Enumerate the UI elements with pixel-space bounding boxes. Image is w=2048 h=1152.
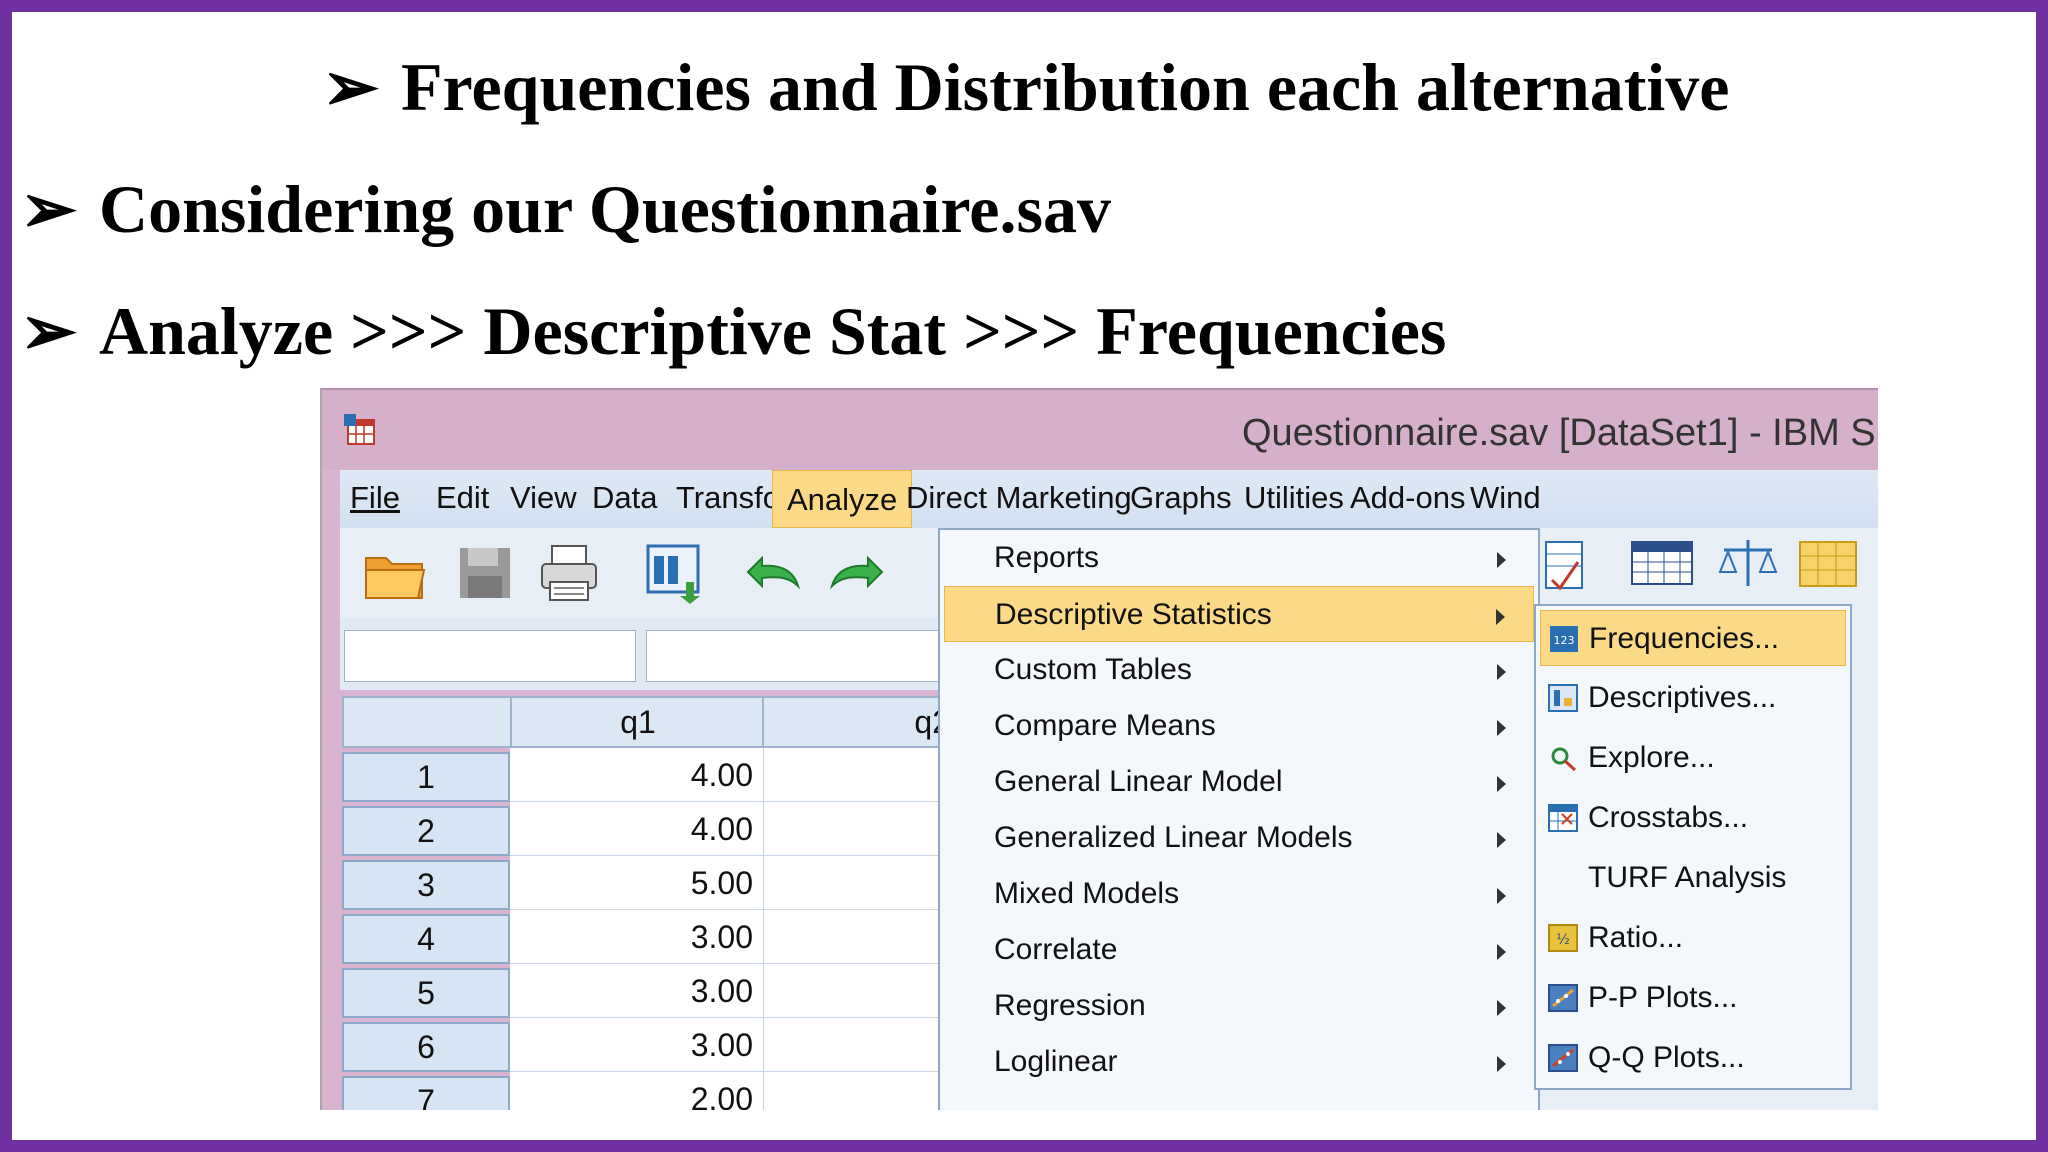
print-icon[interactable] — [536, 542, 602, 604]
menu-add-ons[interactable]: Add-ons — [1350, 480, 1465, 516]
spss-app-icon — [344, 414, 375, 445]
row-header[interactable]: 4 — [342, 914, 510, 964]
weight-cases-icon[interactable] — [1716, 536, 1780, 590]
submenu-item-turf-analysis[interactable]: TURF Analysis — [1540, 850, 1846, 906]
bullet-text: Frequencies and Distribution each altern… — [400, 49, 1730, 125]
grid-cell[interactable]: 2.00 — [510, 1072, 764, 1110]
cell-editor-bar — [340, 618, 968, 690]
menu-direct-marketing[interactable]: Direct Marketing — [906, 480, 1132, 516]
spss-window: Questionnaire.sav [DataSet1] - IBM S Fil… — [320, 388, 1878, 1110]
menu-item-generalized-linear-models[interactable]: Generalized Linear Models — [940, 810, 1538, 866]
grid-cell[interactable]: 5.00 — [510, 856, 764, 910]
row-header[interactable]: 1 — [342, 752, 510, 802]
submenu-arrow-icon — [1497, 552, 1506, 568]
grid-cell[interactable]: 3.00 — [510, 910, 764, 964]
title-bar[interactable]: Questionnaire.sav [DataSet1] - IBM S — [322, 390, 1878, 470]
menu-item-regression[interactable]: Regression — [940, 978, 1538, 1034]
submenu-item-frequencies[interactable]: 123 Frequencies... — [1540, 610, 1846, 666]
submenu-arrow-icon — [1497, 776, 1506, 792]
menu-analyze[interactable]: Analyze — [772, 470, 913, 528]
bullet-title: ➢ Frequencies and Distribution each alter… — [322, 48, 1729, 127]
frequencies-icon: 123 — [1550, 626, 1578, 652]
menu-item-mixed-models[interactable]: Mixed Models — [940, 866, 1538, 922]
menu-utilities[interactable]: Utilities — [1244, 480, 1344, 516]
bullet-text: Considering our Questionnaire.sav — [98, 171, 1111, 247]
menu-data[interactable]: Data — [592, 480, 657, 516]
menu-item-loglinear[interactable]: Loglinear — [940, 1034, 1538, 1090]
grid-cell[interactable]: 4.00 — [510, 748, 764, 802]
grid-cell[interactable]: 3.00 — [510, 1018, 764, 1072]
column-header-q1[interactable]: q1 — [510, 696, 766, 748]
submenu-arrow-icon — [1496, 609, 1505, 625]
descriptive-statistics-submenu: 123 Frequencies... Descriptives... Explo… — [1534, 604, 1852, 1090]
row-header[interactable]: 3 — [342, 860, 510, 910]
menu-item-general-linear-model[interactable]: General Linear Model — [940, 754, 1538, 810]
bullet-arrow-icon: ➢ — [20, 293, 77, 369]
submenu-item-ratio[interactable]: ½ Ratio... — [1540, 910, 1846, 966]
ratio-icon: ½ — [1548, 924, 1578, 952]
submenu-arrow-icon — [1497, 944, 1506, 960]
submenu-arrow-icon — [1497, 1000, 1506, 1016]
row-header[interactable]: 7 — [342, 1076, 510, 1110]
menu-window[interactable]: Wind — [1470, 480, 1541, 516]
bullet-arrow-icon: ➢ — [20, 171, 77, 247]
grid-corner — [342, 696, 512, 748]
window-title: Questionnaire.sav [DataSet1] - IBM S — [1242, 412, 1876, 454]
svg-text:½: ½ — [1556, 932, 1570, 948]
cell-value-box[interactable] — [646, 630, 968, 682]
submenu-arrow-icon — [1497, 720, 1506, 736]
submenu-item-explore[interactable]: Explore... — [1540, 730, 1846, 786]
select-cases-icon[interactable] — [1544, 540, 1584, 592]
value-labels-icon[interactable] — [1798, 540, 1858, 588]
row-header[interactable]: 5 — [342, 968, 510, 1018]
descriptives-icon — [1548, 684, 1578, 712]
crosstabs-icon — [1548, 804, 1578, 832]
analyze-dropdown-menu: Reports Descriptive Statistics Custom Ta… — [938, 528, 1540, 1110]
submenu-arrow-icon — [1497, 888, 1506, 904]
menu-file[interactable]: File — [350, 480, 400, 516]
bullet-questionnaire: ➢ Considering our Questionnaire.sav — [20, 170, 1111, 249]
row-header[interactable]: 2 — [342, 806, 510, 856]
submenu-item-crosstabs[interactable]: Crosstabs... — [1540, 790, 1846, 846]
menu-item-descriptive-statistics[interactable]: Descriptive Statistics — [944, 586, 1534, 642]
menu-bar: File Edit View Data Transform Analyze Di… — [340, 470, 1878, 529]
menu-view[interactable]: View — [510, 480, 577, 516]
explore-icon — [1551, 747, 1577, 772]
row-header[interactable]: 6 — [342, 1022, 510, 1072]
submenu-item-pp-plots[interactable]: P-P Plots... — [1540, 970, 1846, 1026]
submenu-arrow-icon — [1497, 1056, 1506, 1072]
menu-item-reports[interactable]: Reports — [940, 530, 1538, 586]
redo-icon[interactable] — [824, 542, 890, 604]
pp-plots-icon — [1548, 984, 1578, 1012]
submenu-item-descriptives[interactable]: Descriptives... — [1540, 670, 1846, 726]
bullet-text: Analyze >>> Descriptive Stat >>> Frequen… — [98, 293, 1447, 369]
menu-graphs[interactable]: Graphs — [1130, 480, 1232, 516]
menu-item-custom-tables[interactable]: Custom Tables — [940, 642, 1538, 698]
toolbar — [340, 528, 960, 619]
grid-cell[interactable]: 4.00 — [510, 802, 764, 856]
open-folder-icon[interactable] — [362, 542, 428, 604]
menu-item-correlate[interactable]: Correlate — [940, 922, 1538, 978]
svg-text:123: 123 — [1554, 634, 1575, 647]
cell-reference-box[interactable] — [344, 630, 636, 682]
bullet-arrow-icon: ➢ — [322, 49, 379, 125]
submenu-item-qq-plots[interactable]: Q-Q Plots... — [1540, 1030, 1846, 1086]
qq-plots-icon — [1548, 1044, 1578, 1072]
bullet-analyze-path: ➢ Analyze >>> Descriptive Stat >>> Freque… — [20, 292, 1446, 371]
undo-icon[interactable] — [740, 542, 806, 604]
grid-cell[interactable]: 3.00 — [510, 964, 764, 1018]
submenu-arrow-icon — [1497, 664, 1506, 680]
save-disk-icon[interactable] — [452, 542, 518, 604]
menu-item-compare-means[interactable]: Compare Means — [940, 698, 1538, 754]
submenu-arrow-icon — [1497, 832, 1506, 848]
slide: ➢ Frequencies and Distribution each alter… — [12, 12, 2036, 1140]
data-view-icon[interactable] — [1630, 540, 1694, 586]
recall-dialog-icon[interactable] — [642, 542, 708, 604]
menu-edit[interactable]: Edit — [436, 480, 489, 516]
